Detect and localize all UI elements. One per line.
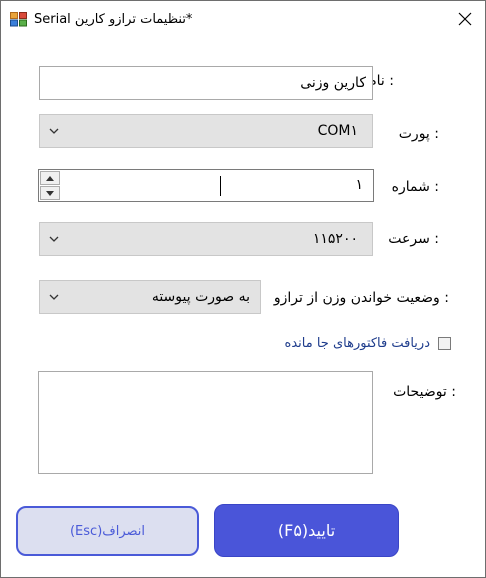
read-mode-label: : وضعیت خواندن وزن از ترازو (273, 290, 449, 306)
chevron-down-icon (49, 294, 59, 300)
stepper-buttons (40, 171, 60, 200)
window-app-icon (10, 12, 28, 27)
port-select[interactable]: COM۱ (39, 114, 373, 148)
missed-invoices-checkbox[interactable] (438, 337, 451, 350)
port-label: : پورت (398, 126, 439, 142)
text-caret (220, 176, 221, 196)
chevron-down-icon (49, 128, 59, 134)
missed-invoices-checkbox-row[interactable]: دریافت فاکتورهای جا مانده (251, 335, 451, 355)
close-icon (458, 12, 472, 26)
speed-select[interactable]: ۱۱۵۲۰۰ (39, 222, 373, 256)
chevron-down-icon (49, 236, 59, 242)
arrow-up-icon (46, 175, 54, 181)
ok-button[interactable]: تایید(F۵) (214, 504, 399, 557)
read-mode-select-value: به صورت پیوسته (151, 289, 250, 305)
missed-invoices-label: دریافت فاکتورهای جا مانده (284, 336, 430, 351)
title-bar: *تنظیمات ترازو کارین Serial (1, 1, 485, 39)
name-input[interactable] (39, 66, 373, 100)
stepper-down-button[interactable] (40, 186, 60, 200)
close-button[interactable] (447, 4, 483, 34)
number-value: ۱ (355, 177, 363, 193)
arrow-down-icon (46, 190, 54, 196)
notes-textarea[interactable] (38, 371, 373, 474)
cancel-button[interactable]: انصراف(Esc) (16, 506, 199, 556)
speed-label: : سرعت (388, 231, 439, 247)
window-title: *تنظیمات ترازو کارین Serial (34, 12, 193, 27)
stepper-up-button[interactable] (40, 171, 60, 185)
speed-select-value: ۱۱۵۲۰۰ (312, 231, 358, 247)
read-mode-select[interactable]: به صورت پیوسته (39, 280, 261, 314)
number-label: : شماره (391, 179, 439, 195)
number-stepper[interactable]: ۱ (38, 169, 374, 202)
port-select-value: COM۱ (317, 123, 358, 139)
notes-label: : توضیحات (393, 384, 456, 400)
settings-window: *تنظیمات ترازو کارین Serial : نام : پورت… (0, 0, 486, 578)
